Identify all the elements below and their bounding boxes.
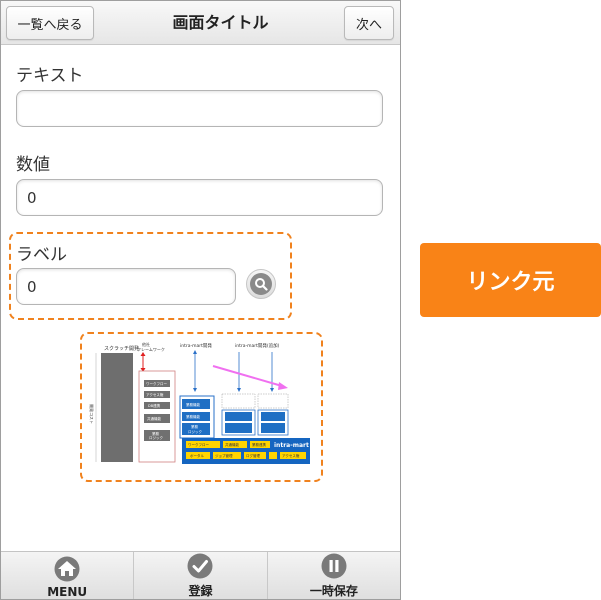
svg-text:ロジック: ロジック xyxy=(149,435,163,440)
home-icon xyxy=(54,556,80,582)
svg-text:ログ管理: ログ管理 xyxy=(246,453,260,458)
svg-text:アクセス権: アクセス権 xyxy=(282,453,300,458)
svg-text:業務機能: 業務機能 xyxy=(186,402,200,407)
label-input[interactable]: 0 xyxy=(16,268,236,305)
text-field-label: テキスト xyxy=(16,66,84,86)
im-dev-label: intra-mart開発 xyxy=(180,342,212,349)
svg-text:業務連携: 業務連携 xyxy=(252,442,266,447)
search-icon xyxy=(250,273,272,295)
diagram-image: スクラッチ開発 開発コスト 他社 フレームワーク ワークフロー アクセス権 DB… xyxy=(80,332,323,482)
svg-text:業務: 業務 xyxy=(191,424,198,429)
back-to-list-button[interactable]: 一覧へ戻る xyxy=(6,6,94,40)
svg-text:フレームワーク: フレームワーク xyxy=(137,346,165,352)
im-dev2-label: intra-mart開発(追加) xyxy=(235,342,280,349)
svg-text:DB連携: DB連携 xyxy=(148,403,161,408)
footer-tab-label: 一時保存 xyxy=(309,584,358,598)
label-field-label: ラベル xyxy=(16,245,67,265)
search-button[interactable] xyxy=(246,269,276,299)
svg-text:ポータル: ポータル xyxy=(190,453,204,458)
svg-text:共通機能: 共通機能 xyxy=(225,442,239,447)
mobile-screen: 一覧へ戻る 画面タイトル 次へ テキスト 数値 0 ラベル 0 スクラッチ開発 … xyxy=(0,0,401,600)
check-icon xyxy=(187,553,213,579)
page-title: 画面タイトル xyxy=(172,13,269,32)
scratch-label: スクラッチ開発 xyxy=(104,345,139,352)
brand-label: intra-mart xyxy=(274,442,309,449)
cost-label: 開発コスト xyxy=(89,404,95,424)
diagram-graphic: スクラッチ開発 開発コスト 他社 フレームワーク ワークフロー アクセス権 DB… xyxy=(89,341,310,464)
svg-text:業務機能: 業務機能 xyxy=(186,414,200,419)
footer-toolbar: MENU 登録 一時保存 xyxy=(1,551,400,599)
next-button[interactable]: 次へ xyxy=(344,6,394,40)
svg-text:ワークフロー: ワークフロー xyxy=(146,381,167,386)
footer-tab-menu[interactable]: MENU xyxy=(1,552,135,599)
link-source-box[interactable]: リンク元 xyxy=(420,243,601,317)
header-bar: 一覧へ戻る 画面タイトル 次へ xyxy=(1,1,400,45)
number-field-label: 数値 xyxy=(16,155,50,175)
number-input[interactable]: 0 xyxy=(16,179,383,216)
svg-text:アクセス権: アクセス権 xyxy=(146,392,164,397)
svg-text:ワークフロー: ワークフロー xyxy=(188,442,209,447)
text-input[interactable] xyxy=(16,90,383,127)
pause-icon xyxy=(321,553,347,579)
footer-tab-label: 登録 xyxy=(188,584,213,598)
footer-tab-label: MENU xyxy=(47,585,88,599)
svg-text:ロジック: ロジック xyxy=(188,429,202,434)
svg-text:ジョブ管理: ジョブ管理 xyxy=(215,453,233,458)
footer-tab-register[interactable]: 登録 xyxy=(134,552,268,599)
svg-text:共通機能: 共通機能 xyxy=(147,416,161,421)
footer-tab-temp-save[interactable]: 一時保存 xyxy=(268,552,400,599)
